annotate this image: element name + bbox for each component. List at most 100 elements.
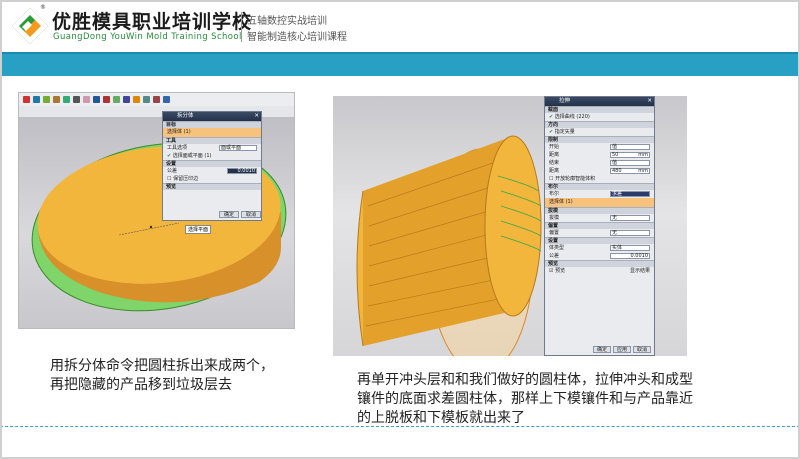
school-logo-icon	[11, 7, 49, 45]
checkbox-icon[interactable]: ☐	[167, 176, 171, 182]
ok-button[interactable]: 确定	[219, 211, 239, 218]
specify-vector-label: 指定矢量	[554, 129, 575, 135]
start-distance-value: 50	[612, 152, 619, 158]
show-result-button[interactable]: 显示结果	[630, 267, 650, 275]
offset-label: 偏置	[549, 230, 560, 236]
section-boolean[interactable]: 布尔	[545, 183, 654, 190]
preview-row: ☑ 预览 显示结果	[545, 267, 654, 275]
end-distance-label: 距离	[549, 168, 560, 174]
checkbox-checked-icon[interactable]: ☑	[549, 268, 553, 274]
body-type-label: 体类型	[549, 245, 565, 251]
section-target[interactable]: 目标	[163, 121, 261, 128]
tolerance-row: 公差 0.0010	[163, 167, 261, 175]
body-type-row: 体类型 实体	[545, 244, 654, 252]
split-body-dialog-title: 拆分体 ✕	[163, 112, 261, 121]
select-curve-row[interactable]: ✔ 选择曲线 (220)	[545, 113, 654, 121]
end-select[interactable]: 值	[610, 160, 650, 166]
start-distance-unit: mm	[638, 152, 648, 158]
split-body-dialog: 拆分体 ✕ 目标 选择体 (1) 工具 工具选项 面或平面 ✔ 选择面或平面 (…	[162, 111, 262, 221]
tolerance-input[interactable]: 0.0010	[227, 168, 257, 174]
offset-select[interactable]: 无	[610, 230, 650, 236]
select-body-label: 选择体 (1)	[549, 199, 573, 205]
end-distance-value: 480	[612, 168, 622, 174]
checkbox-icon[interactable]: ☐	[549, 176, 553, 182]
start-type: 值	[612, 144, 618, 150]
check-icon: ✔	[167, 153, 172, 159]
registered-mark: ®	[40, 4, 46, 11]
split-body-title-text: 拆分体	[177, 113, 194, 119]
select-body-row[interactable]: 选择体 (1)	[163, 128, 261, 137]
section-offset[interactable]: 偏置	[545, 222, 654, 229]
body-type-value: 实体	[612, 245, 623, 251]
check-icon: ✔	[549, 114, 554, 120]
tagline-2: 智能制造核心培训课程	[247, 32, 347, 43]
select-face-row[interactable]: ✔ 选择面或平面 (1)	[163, 152, 261, 160]
tolerance-label: 公差	[549, 253, 560, 259]
tolerance-row: 公差 0.0010	[545, 252, 654, 260]
close-icon[interactable]: ✕	[254, 112, 259, 121]
specify-vector-row[interactable]: ✔ 指定矢量	[545, 128, 654, 136]
end-distance-unit: mm	[638, 168, 648, 174]
start-select[interactable]: 值	[610, 144, 650, 150]
brand-english-name: GuangDong YouWin Mold Training School	[53, 32, 242, 42]
section-preview[interactable]: 预览	[163, 183, 261, 190]
extrude-dialog-title: 拉伸 ✕	[545, 97, 654, 106]
section-limits[interactable]: 限制	[545, 136, 654, 143]
tolerance-value: 0.0010	[237, 168, 256, 174]
end-type: 值	[612, 160, 618, 166]
left-caption: 用拆分体命令把圆柱拆出来成两个，再把隐藏的产品移到垃圾层去	[50, 358, 274, 393]
draft-row: 拔模 无	[545, 214, 654, 222]
cancel-button[interactable]: 取消	[633, 346, 651, 353]
boolean-value: 求差	[612, 191, 623, 197]
keep-imprint-row[interactable]: ☐ 保留压印边	[163, 175, 261, 183]
cancel-button[interactable]: 取消	[241, 211, 261, 218]
start-distance-input[interactable]: 50 mm	[610, 152, 650, 158]
tool-option-select[interactable]: 面或平面	[219, 145, 257, 151]
section-direction[interactable]: 方向	[545, 121, 654, 128]
end-label: 结束	[549, 160, 560, 166]
end-distance-row: 距离 480 mm	[545, 167, 654, 175]
section-draft[interactable]: 拔模	[545, 207, 654, 214]
offset-row: 偏置 无	[545, 229, 654, 237]
start-distance-label: 距离	[549, 152, 560, 158]
boolean-row: 布尔 求差	[545, 190, 654, 198]
start-label: 开始	[549, 144, 560, 150]
tolerance-input[interactable]: 0.0010	[610, 253, 650, 259]
tolerance-value: 0.0010	[630, 253, 649, 259]
end-distance-input[interactable]: 480 mm	[610, 168, 650, 174]
header-divider	[241, 12, 242, 42]
right-cad-screenshot: 拉伸 ✕ 截面 ✔ 选择曲线 (220) 方向 ✔ 指定矢量 限制 开始值 距离…	[333, 96, 687, 356]
extrude-title-text: 拉伸	[559, 98, 571, 104]
header-band	[0, 52, 800, 76]
draft-label: 拔模	[549, 215, 560, 221]
body-type-select[interactable]: 实体	[610, 245, 650, 251]
tolerance-label: 公差	[167, 168, 178, 174]
draft-select[interactable]: 无	[610, 215, 650, 221]
start-distance-row: 距离 50 mm	[545, 151, 654, 159]
preview-label: 预览	[555, 268, 566, 274]
section-profile[interactable]: 截面	[545, 106, 654, 113]
select-body-row[interactable]: 选择体 (1)	[545, 198, 654, 207]
draft-value: 无	[612, 215, 618, 221]
boolean-label: 布尔	[549, 191, 560, 197]
brand-name: 优胜模具职业培训学校	[52, 11, 253, 33]
select-face-label: 选择面或平面 (1)	[172, 153, 212, 159]
section-settings[interactable]: 设置	[545, 237, 654, 244]
open-profile-row[interactable]: ☐ 开放轮廓智能体积	[545, 175, 654, 183]
select-plane-tooltip: 选择平面	[185, 225, 212, 234]
section-tool[interactable]: 工具	[163, 137, 261, 144]
ok-button[interactable]: 确定	[593, 346, 611, 353]
extrude-dialog: 拉伸 ✕ 截面 ✔ 选择曲线 (220) 方向 ✔ 指定矢量 限制 开始值 距离…	[544, 96, 655, 356]
open-profile-label: 开放轮廓智能体积	[555, 176, 596, 182]
tool-option-row: 工具选项 面或平面	[163, 144, 261, 152]
apply-button[interactable]: 应用	[613, 346, 631, 353]
footer-dashed-divider	[0, 426, 800, 427]
end-row: 结束 值	[545, 159, 654, 167]
start-row: 开始 值	[545, 143, 654, 151]
section-preview[interactable]: 预览	[545, 260, 654, 267]
section-settings[interactable]: 设置	[163, 160, 261, 167]
left-cad-screenshot: 拆分体 ✕ 目标 选择体 (1) 工具 工具选项 面或平面 ✔ 选择面或平面 (…	[18, 92, 295, 329]
boolean-select[interactable]: 求差	[610, 191, 650, 197]
select-body-label: 选择体 (1)	[167, 129, 191, 135]
close-icon[interactable]: ✕	[647, 97, 652, 106]
